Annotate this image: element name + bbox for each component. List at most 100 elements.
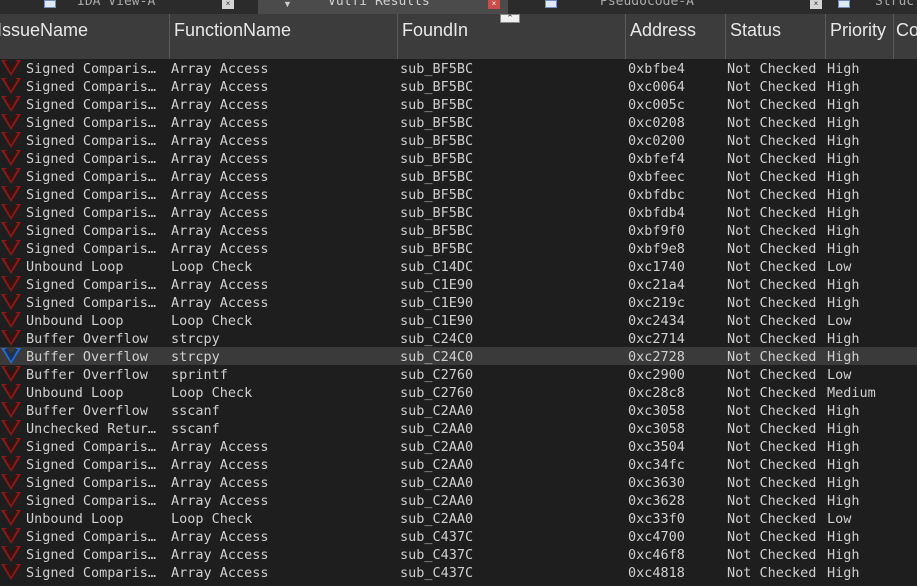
- cell-address: 0xc3628: [628, 493, 685, 509]
- tab-label: Struc: [875, 0, 915, 9]
- cell-function-name: Array Access: [171, 277, 269, 293]
- tab-label: IDA View-A: [77, 0, 156, 9]
- cell-function-name: Loop Check: [171, 511, 253, 527]
- table-row[interactable]: Unbound Loop Loop Check sub_C2AA0 0xc33f0 No…: [0, 509, 917, 527]
- results-table-body: Signed Comparis… Array Access sub_BF5BC 0xb…: [0, 59, 917, 586]
- table-row[interactable]: Signed Comparis… Array Access sub_C2AA0 0xc…: [0, 437, 917, 455]
- pin-icon[interactable]: ▼: [283, 0, 292, 9]
- cell-status: Not Checked: [727, 187, 817, 203]
- cell-found-in: sub_C1E90: [400, 295, 474, 311]
- table-row[interactable]: Signed Comparis… Array Access sub_BF5BC 0xb…: [0, 239, 917, 257]
- vulfi-marker-icon: [0, 167, 22, 185]
- close-icon[interactable]: ×: [222, 0, 234, 9]
- column-header-functionname[interactable]: FunctionName: [170, 14, 398, 59]
- table-row[interactable]: Signed Comparis… Array Access sub_BF5BC 0xb…: [0, 221, 917, 239]
- cell-found-in: sub_C2AA0: [400, 439, 474, 455]
- cell-function-name: Array Access: [171, 97, 269, 113]
- table-row[interactable]: Buffer Overflow strcpy sub_C24C0 0xc2714 Not…: [0, 329, 917, 347]
- cell-issue-name: Signed Comparis…: [26, 475, 157, 491]
- cell-status: Not Checked: [727, 115, 817, 131]
- table-row[interactable]: Signed Comparis… Array Access sub_BF5BC 0xb…: [0, 149, 917, 167]
- cell-priority: High: [827, 277, 860, 293]
- cell-found-in: sub_C2760: [400, 385, 474, 401]
- vulfi-marker-icon: [0, 95, 22, 113]
- cell-address: 0xc3058: [628, 421, 685, 437]
- cell-status: Not Checked: [727, 511, 817, 527]
- tab-scroll-up-icon[interactable]: ⌃: [500, 14, 520, 23]
- tab-pseudocode[interactable]: Pseudocode-A ×: [508, 0, 838, 14]
- table-row[interactable]: Signed Comparis… Array Access sub_C437C 0xc…: [0, 563, 917, 581]
- table-row[interactable]: Signed Comparis… Array Access sub_C437C 0xc…: [0, 527, 917, 545]
- cell-found-in: sub_C14DC: [400, 259, 474, 275]
- table-row[interactable]: Signed Comparis… Array Access sub_BF5BC 0xc…: [0, 95, 917, 113]
- table-row[interactable]: Unchecked Retur… sscanf sub_C2AA0 0xc3058 No…: [0, 419, 917, 437]
- table-row[interactable]: Signed Comparis… Array Access sub_C1E90 0xc…: [0, 293, 917, 311]
- column-header-priority[interactable]: Priority: [826, 14, 894, 59]
- table-row[interactable]: Signed Comparis… Array Access sub_C2AA0 0xc…: [0, 491, 917, 509]
- table-row[interactable]: Signed Comparis… Array Access sub_BF5BC 0xb…: [0, 167, 917, 185]
- cell-found-in: sub_C1E90: [400, 277, 474, 293]
- cell-status: Not Checked: [727, 313, 817, 329]
- cell-priority: High: [827, 493, 860, 509]
- table-row[interactable]: Unbound Loop Loop Check sub_C14DC 0xc1740 No…: [0, 257, 917, 275]
- tab-structures[interactable]: Struc: [838, 0, 917, 14]
- table-row[interactable]: Signed Comparis… Array Access sub_C437C 0xc…: [0, 545, 917, 563]
- cell-function-name: Array Access: [171, 493, 269, 509]
- table-row[interactable]: Unbound Loop Loop Check sub_C2760 0xc28c8 No…: [0, 383, 917, 401]
- cell-issue-name: Signed Comparis…: [26, 205, 157, 221]
- cell-issue-name: Unbound Loop: [26, 313, 124, 329]
- table-row[interactable]: Signed Comparis… Array Access sub_C2AA0 0xc…: [0, 455, 917, 473]
- cell-found-in: sub_BF5BC: [400, 241, 474, 257]
- cell-issue-name: Unbound Loop: [26, 259, 124, 275]
- tab-vulfi-results[interactable]: ▼ Vulfi Results ×: [258, 0, 508, 14]
- cell-priority: High: [827, 529, 860, 545]
- close-icon[interactable]: ×: [810, 0, 822, 9]
- cell-function-name: sscanf: [171, 403, 220, 419]
- table-row[interactable]: Signed Comparis… Array Access sub_C2AA0 0xc…: [0, 473, 917, 491]
- column-header-status[interactable]: Status: [726, 14, 826, 59]
- cell-function-name: Array Access: [171, 547, 269, 563]
- column-header-issuename[interactable]: IssueName: [0, 14, 170, 59]
- cell-priority: High: [827, 241, 860, 257]
- table-row[interactable]: Buffer Overflow strcpy sub_C24C0 0xc2728 Not…: [0, 347, 917, 365]
- cell-found-in: sub_C437C: [400, 529, 474, 545]
- cell-priority: High: [827, 331, 860, 347]
- close-icon[interactable]: ×: [488, 0, 500, 9]
- table-row[interactable]: Signed Comparis… Array Access sub_BF5BC 0xb…: [0, 203, 917, 221]
- column-header-comment[interactable]: Co: [894, 14, 917, 59]
- cell-function-name: Array Access: [171, 241, 269, 257]
- cell-issue-name: Signed Comparis…: [26, 547, 157, 563]
- column-label: FoundIn: [402, 20, 469, 40]
- vulfi-marker-icon: [0, 437, 22, 455]
- table-row[interactable]: Buffer Overflow sprintf sub_C2760 0xc2900 No…: [0, 365, 917, 383]
- cell-found-in: sub_C2760: [400, 367, 474, 383]
- table-row[interactable]: Unbound Loop Loop Check sub_C1E90 0xc2434 No…: [0, 311, 917, 329]
- cell-status: Not Checked: [727, 457, 817, 473]
- cell-function-name: Array Access: [171, 61, 269, 77]
- column-header-address[interactable]: Address: [626, 14, 726, 59]
- cell-priority: High: [827, 61, 860, 77]
- table-row[interactable]: Signed Comparis… Array Access sub_BF5BC 0xc…: [0, 113, 917, 131]
- cell-priority: High: [827, 79, 860, 95]
- table-row[interactable]: Signed Comparis… Array Access sub_BF5BC 0xb…: [0, 59, 917, 77]
- table-row[interactable]: Signed Comparis… Array Access sub_C1E90 0xc…: [0, 275, 917, 293]
- cell-status: Not Checked: [727, 205, 817, 221]
- cell-priority: High: [827, 133, 860, 149]
- cell-found-in: sub_C24C0: [400, 349, 474, 365]
- cell-address: 0xbf9e8: [628, 241, 685, 257]
- table-row[interactable]: Signed Comparis… Array Access sub_BF5BC 0xb…: [0, 185, 917, 203]
- cell-issue-name: Signed Comparis…: [26, 79, 157, 95]
- table-header: IssueName FunctionName FoundIn Address S…: [0, 14, 917, 59]
- tab-ida-view[interactable]: IDA View-A ×: [0, 0, 258, 14]
- table-row[interactable]: Buffer Overflow sscanf sub_C2AA0 0xc3058 Not…: [0, 401, 917, 419]
- cell-address: 0xc4818: [628, 565, 685, 581]
- cell-address: 0xc3058: [628, 403, 685, 419]
- cell-priority: Low: [827, 511, 852, 527]
- cell-function-name: strcpy: [171, 349, 220, 365]
- table-row[interactable]: Signed Comparis… Array Access sub_BF5BC 0xc…: [0, 131, 917, 149]
- cell-found-in: sub_C1E90: [400, 313, 474, 329]
- cell-priority: High: [827, 187, 860, 203]
- cell-status: Not Checked: [727, 403, 817, 419]
- cell-priority: High: [827, 403, 860, 419]
- table-row[interactable]: Signed Comparis… Array Access sub_BF5BC 0xc…: [0, 77, 917, 95]
